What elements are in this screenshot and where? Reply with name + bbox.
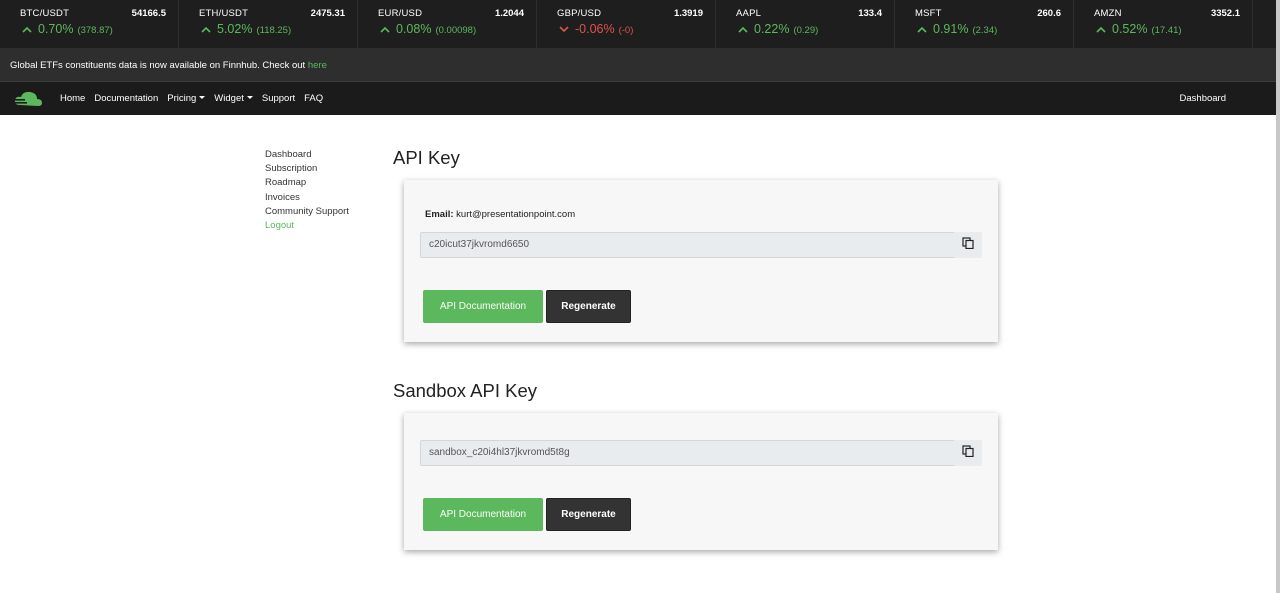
ticker-price: 3352.1	[1210, 8, 1240, 19]
chevron-up-icon	[380, 22, 392, 36]
announcement-bar: Global ETFs constituents data is now ava…	[0, 48, 1276, 81]
ticker-change-pct: 0.70%	[38, 22, 74, 36]
chevron-up-icon	[201, 22, 213, 36]
ticker-symbol: EUR/USD	[378, 8, 423, 19]
ticker-change-abs: (0.29)	[793, 25, 819, 36]
sidebar-item-roadmap[interactable]: Roadmap	[265, 176, 349, 190]
ticker-price: 260.6	[1037, 8, 1061, 19]
ticker-change-abs: (118.25)	[256, 25, 292, 36]
ticker-change-pct: 0.22%	[754, 22, 790, 36]
ticker-btc[interactable]: BTC/USDT 54166.5 0.70% (378.87)	[0, 0, 179, 48]
ticker-price: 133.4	[858, 8, 882, 19]
ticker-change-pct: 0.91%	[933, 22, 969, 36]
api-documentation-button[interactable]: API Documentation	[423, 290, 543, 323]
ticker-symbol: AMZN	[1094, 8, 1122, 19]
nav-faq[interactable]: FAQ	[304, 93, 323, 104]
email-label: Email:	[425, 209, 454, 220]
ticker-change: 0.70% (378.87)	[22, 22, 113, 36]
sidebar-item-logout[interactable]: Logout	[265, 219, 349, 233]
ticker-price: 54166.5	[131, 8, 166, 19]
ticker-change: 0.08% (0.00098)	[380, 22, 476, 36]
ticker-price: 1.2044	[494, 8, 524, 19]
ticker-change-pct: 0.52%	[1112, 22, 1148, 36]
ticker-price: 1.3919	[673, 8, 703, 19]
cloud-logo-icon[interactable]	[12, 89, 44, 109]
ticker-change-pct: 5.02%	[217, 22, 253, 36]
navbar: Home Documentation Pricing Widget Suppor…	[0, 81, 1276, 115]
ticker-symbol: BTC/USDT	[20, 8, 70, 19]
chevron-up-icon	[1096, 22, 1108, 36]
email-row: Email: kurt@presentationpoint.com	[425, 209, 575, 220]
sandbox-regenerate-button[interactable]: Regenerate	[546, 498, 631, 531]
sidebar: Dashboard Subscription Roadmap Invoices …	[265, 148, 349, 233]
ticker-change-abs: (0.00098)	[435, 25, 477, 36]
ticker-change-abs: (-0)	[618, 25, 634, 36]
nav-home[interactable]: Home	[60, 93, 85, 104]
sandbox-key-title: Sandbox API Key	[393, 380, 537, 401]
ticker-symbol: MSFT	[915, 8, 942, 19]
ticker-change: 0.22% (0.29)	[738, 22, 818, 36]
copy-icon	[962, 444, 974, 462]
sandbox-key-field[interactable]: sandbox_c20i4hl37jkvromd5t8g	[420, 440, 954, 466]
sandbox-key-card: sandbox_c20i4hl37jkvromd5t8g API Documen…	[404, 413, 998, 550]
ticker-symbol: GBP/USD	[557, 8, 602, 19]
api-key-field[interactable]: c20icut37jkvromd6650	[420, 232, 954, 258]
ticker-aapl[interactable]: AAPL 133.4 0.22% (0.29)	[716, 0, 895, 48]
chevron-up-icon	[738, 22, 750, 36]
email-value: kurt@presentationpoint.com	[456, 209, 576, 220]
ticker-change: 0.91% (2.34)	[917, 22, 997, 36]
announcement-text: Global ETFs constituents data is now ava…	[10, 60, 306, 71]
sidebar-item-dashboard[interactable]: Dashboard	[265, 148, 349, 162]
copy-sandbox-key-button[interactable]	[954, 440, 982, 466]
copy-api-key-button[interactable]	[954, 232, 982, 258]
copy-icon	[962, 236, 974, 254]
ticker-change: -0.06% (-0)	[559, 22, 633, 36]
nav-widget-dropdown[interactable]: Widget	[214, 93, 253, 104]
ticker-change-abs: (378.87)	[77, 25, 113, 36]
ticker-change-abs: (17.41)	[1151, 25, 1182, 36]
sidebar-item-subscription[interactable]: Subscription	[265, 162, 349, 176]
ticker-symbol: AAPL	[736, 8, 762, 19]
regenerate-button[interactable]: Regenerate	[546, 290, 631, 323]
ticker-msft[interactable]: MSFT 260.6 0.91% (2.34)	[895, 0, 1074, 48]
ticker-symbol: ETH/USDT	[199, 8, 249, 19]
scrollbar[interactable]	[1276, 0, 1280, 593]
sandbox-api-documentation-button[interactable]: API Documentation	[423, 498, 543, 531]
sidebar-item-invoices[interactable]: Invoices	[265, 191, 349, 205]
ticker-bar: BTC/USDT 54166.5 0.70% (378.87) ETH/USDT …	[0, 0, 1276, 48]
nav-documentation[interactable]: Documentation	[94, 93, 158, 104]
chevron-down-icon	[559, 22, 571, 36]
ticker-change-pct: 0.08%	[396, 22, 432, 36]
nav-pricing-dropdown[interactable]: Pricing	[167, 93, 205, 104]
ticker-price: 2475.31	[310, 8, 345, 19]
ticker-eurusd[interactable]: EUR/USD 1.2044 0.08% (0.00098)	[358, 0, 537, 48]
ticker-change: 0.52% (17.41)	[1096, 22, 1182, 36]
ticker-amzn[interactable]: AMZN 3352.1 0.52% (17.41)	[1074, 0, 1253, 48]
api-key-title: API Key	[393, 147, 460, 168]
sidebar-item-community-support[interactable]: Community Support	[265, 205, 349, 219]
nav-support[interactable]: Support	[262, 93, 295, 104]
ticker-change-abs: (2.34)	[972, 25, 998, 36]
ticker-gbpusd[interactable]: GBP/USD 1.3919 -0.06% (-0)	[537, 0, 716, 48]
chevron-up-icon	[917, 22, 929, 36]
api-key-card: Email: kurt@presentationpoint.com c20icu…	[404, 180, 998, 342]
ticker-change-pct: -0.06%	[575, 22, 615, 36]
announcement-link[interactable]: here	[308, 60, 327, 71]
ticker-eth[interactable]: ETH/USDT 2475.31 5.02% (118.25)	[179, 0, 358, 48]
ticker-change: 5.02% (118.25)	[201, 22, 291, 36]
chevron-up-icon	[22, 22, 34, 36]
nav-dashboard[interactable]: Dashboard	[1180, 93, 1226, 104]
nav-links: Home Documentation Pricing Widget Suppor…	[60, 93, 323, 104]
